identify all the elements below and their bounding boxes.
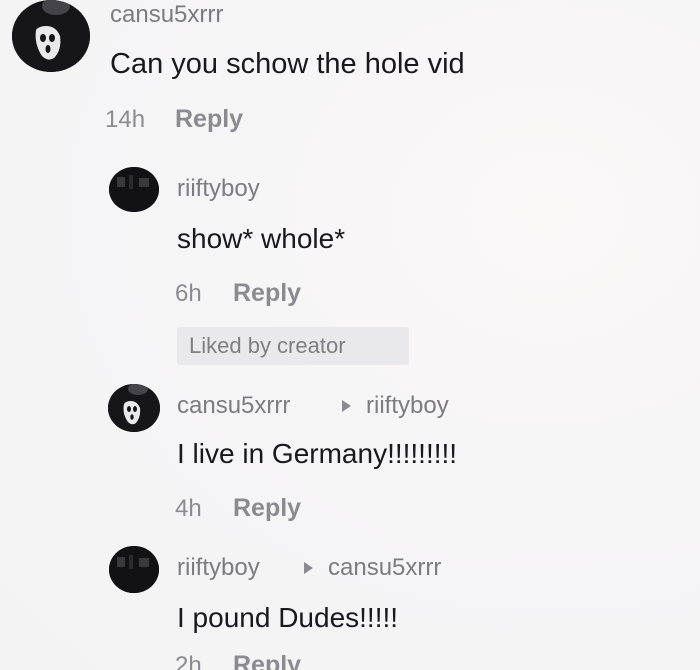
- timestamp: 14h: [105, 106, 146, 133]
- avatar[interactable]: [109, 546, 159, 593]
- avatar[interactable]: [108, 384, 160, 432]
- dark-photo-avatar-icon: [109, 167, 159, 212]
- liked-by-creator-badge: Liked by creator: [177, 327, 409, 365]
- username[interactable]: cansu5xrrr: [110, 1, 223, 29]
- reply-to-username[interactable]: cansu5xrrr: [328, 554, 441, 582]
- avatar[interactable]: [109, 167, 159, 212]
- ghostface-mask-icon: [12, 0, 90, 72]
- cropped-meta-row: 2h Reply: [0, 632, 700, 670]
- comment-text: Can you schow the hole vid: [110, 48, 465, 80]
- ghostface-mask-icon: [108, 384, 160, 432]
- reply-button[interactable]: Reply: [233, 494, 301, 523]
- comment-text: show* whole*: [177, 223, 346, 254]
- username[interactable]: cansu5xrrr: [177, 392, 290, 420]
- reply-button[interactable]: Reply: [175, 105, 243, 134]
- comment-text: I pound Dudes!!!!!: [177, 602, 399, 633]
- reply-to-username[interactable]: riiftyboy: [366, 392, 449, 420]
- avatar[interactable]: [12, 0, 90, 72]
- comment-text: I live in Germany!!!!!!!!!: [177, 438, 458, 469]
- username[interactable]: riiftyboy: [177, 554, 260, 582]
- timestamp: 4h: [175, 495, 202, 522]
- reply-button[interactable]: Reply: [233, 651, 301, 670]
- username[interactable]: riiftyboy: [177, 175, 260, 203]
- timestamp: 2h: [175, 652, 202, 670]
- timestamp: 6h: [175, 280, 202, 307]
- dark-photo-avatar-icon: [109, 546, 159, 593]
- reply-button[interactable]: Reply: [233, 279, 301, 308]
- reply-arrow-icon: [342, 400, 351, 412]
- reply-arrow-icon: [304, 562, 313, 574]
